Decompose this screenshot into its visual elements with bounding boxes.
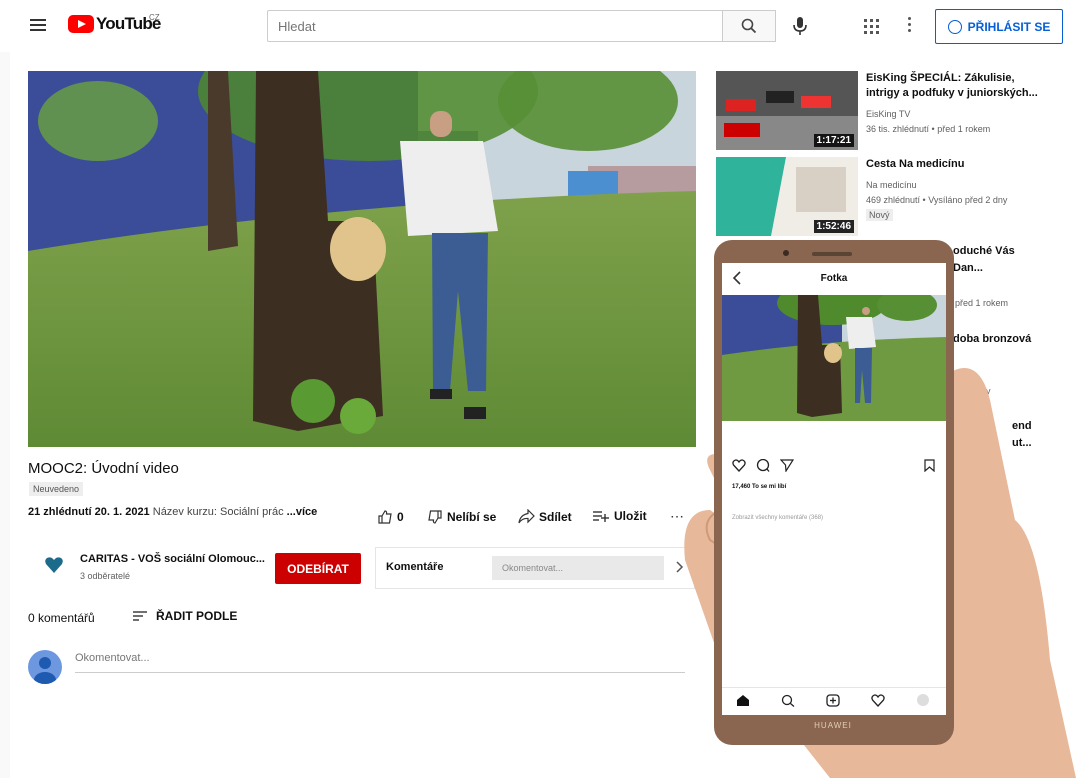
search-field[interactable] — [267, 10, 722, 42]
country-code: CZ — [149, 13, 160, 22]
dislike-label: Nelíbí se — [447, 510, 497, 524]
save-label: Uložit — [614, 509, 647, 523]
comment-icon[interactable] — [756, 459, 770, 472]
recommended-channel[interactable]: EisKing TV — [866, 109, 910, 119]
recommended-title[interactable]: EisKing ŠPECIÁL: Zákulisie, intrigy a po… — [866, 71, 1046, 101]
view-comments-link[interactable]: Zobrazit všechny komentáře (368) — [732, 515, 823, 521]
comments-panel-label[interactable]: Komentáře — [386, 561, 443, 573]
photo-likes: 17,460 To se mi líbí — [732, 484, 787, 490]
share-button[interactable]: Sdílet — [518, 509, 572, 524]
comment-count: 0 komentářů — [28, 611, 95, 625]
phone-screen-title: Fotka — [820, 273, 848, 284]
divider — [722, 687, 946, 688]
phone-speaker — [812, 252, 852, 256]
partial-stats: před 1 rokem — [955, 298, 1009, 308]
partial-title: doba bronzová — [953, 333, 1032, 345]
recommended-thumbnail[interactable]: 1:52:46 — [716, 157, 858, 236]
new-badge: Nový — [866, 209, 893, 221]
search-input[interactable] — [276, 11, 700, 41]
mic-icon[interactable] — [790, 15, 810, 37]
save-button[interactable]: Uložit — [592, 509, 647, 523]
visibility-tag: Neuvedeno — [29, 482, 84, 496]
more-icon[interactable] — [908, 17, 912, 33]
video-duration: 1:52:46 — [813, 220, 854, 233]
apps-icon[interactable] — [864, 19, 879, 34]
recommended-stats: 36 tis. zhlédnutí • před 1 rokem — [866, 124, 991, 134]
profile-icon[interactable] — [917, 694, 929, 706]
channel-name[interactable]: CARITAS - VOŠ sociální Olomouc... — [80, 553, 265, 565]
recommended-stats: 469 zhlédnutí • Vysíláno před 2 dny — [866, 195, 1008, 205]
account-icon — [947, 19, 962, 34]
view-count: 21 zhlédnutí — [28, 506, 92, 518]
sign-in-button[interactable]: PŘIHLÁSIT SE — [935, 9, 1063, 44]
menu-icon[interactable] — [30, 19, 46, 31]
avatar — [28, 650, 62, 684]
search-button[interactable] — [722, 10, 776, 42]
add-icon[interactable] — [826, 694, 840, 707]
recommended-title[interactable]: Cesta Na medicínu — [866, 157, 1046, 172]
heart-icon[interactable] — [732, 459, 746, 472]
sort-icon — [133, 611, 147, 621]
share-icon — [518, 509, 535, 524]
subscribe-button[interactable]: ODEBÍRAT — [275, 553, 361, 584]
youtube-logo[interactable]: YouTube — [68, 14, 161, 34]
heart-icon[interactable] — [871, 694, 885, 707]
phone-screen: Fotka 17,460 To se mi líbí Zobrazit všec… — [722, 263, 946, 715]
sign-in-label: PŘIHLÁSIT SE — [967, 19, 1051, 34]
phone-brand: HUAWEI — [814, 721, 852, 730]
phone-photo[interactable] — [722, 295, 946, 421]
channel-heart-icon[interactable] — [44, 556, 64, 574]
search-icon[interactable] — [781, 694, 795, 707]
thumb-down-icon — [428, 510, 442, 524]
dislike-button[interactable]: Nelíbí se — [427, 509, 496, 525]
video-title: MOOC2: Úvodní video — [28, 460, 179, 477]
more-link[interactable]: ...více — [287, 506, 318, 518]
phone-camera — [783, 250, 789, 256]
like-count: 0 — [397, 510, 404, 524]
description-snippet: Název kurzu: Sociální prác — [152, 506, 284, 518]
video-frame-image — [28, 71, 696, 447]
comments-panel-input[interactable]: Okomentovat... — [492, 556, 664, 580]
youtube-play-icon — [68, 15, 94, 33]
partial-title: oduché Vás — [953, 245, 1015, 257]
add-comment-input[interactable]: Okomentovat... — [75, 652, 685, 673]
subscriber-count: 3 odběratelé — [80, 571, 131, 581]
video-duration: 1:17:21 — [813, 134, 854, 147]
like-button[interactable]: 0 — [377, 509, 404, 525]
thumb-up-icon — [378, 510, 392, 524]
upload-date: 20. 1. 2021 — [94, 506, 150, 518]
bookmark-icon[interactable] — [924, 459, 935, 472]
video-player[interactable] — [28, 71, 696, 447]
recommended-channel[interactable]: Na medicínu — [866, 180, 917, 190]
playlist-add-icon — [593, 511, 609, 522]
search-icon — [741, 18, 757, 34]
recommended-thumbnail[interactable]: 1:17:21 — [716, 71, 858, 150]
share-label: Sdílet — [539, 509, 572, 524]
home-icon[interactable] — [736, 694, 750, 707]
partial-title: Dan... — [953, 262, 983, 274]
video-meta: 21 zhlédnutí 20. 1. 2021 Název kurzu: So… — [28, 506, 317, 518]
sort-label: ŘADIT PODLE — [156, 609, 238, 623]
send-icon[interactable] — [780, 459, 794, 472]
sort-button[interactable]: ŘADIT PODLE — [132, 609, 237, 623]
